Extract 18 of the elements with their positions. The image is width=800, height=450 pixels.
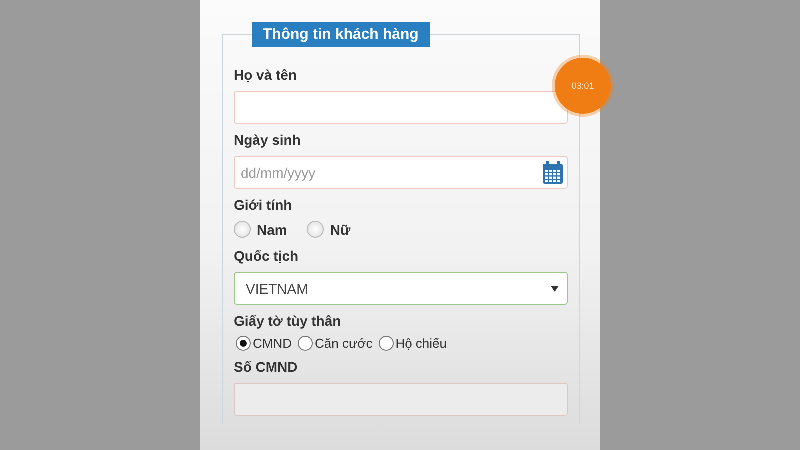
radio-option[interactable]: Nam (234, 221, 288, 238)
nationality-select[interactable]: VIETNAM (234, 272, 568, 305)
radio-option[interactable]: CMND (236, 336, 292, 351)
field-label: Giấy tờ tùy thân (234, 313, 342, 329)
field-label: Họ và tên (234, 67, 298, 83)
input-field[interactable] (234, 383, 568, 416)
radio-option[interactable]: Nữ (307, 221, 351, 238)
field-label: Ngày sinh (234, 132, 302, 148)
radio-option[interactable]: Hộ chiếu (378, 336, 447, 351)
input-field[interactable] (234, 91, 568, 124)
field-label: Giới tính (234, 197, 294, 213)
calendar-icon[interactable] (542, 160, 564, 184)
field-label: Quốc tịch (234, 248, 300, 264)
radio-option[interactable]: Căn cước (298, 336, 373, 351)
timer-badge: 03:01 (555, 58, 611, 114)
field-label: Số CMND (234, 359, 299, 375)
dropdown-arrow-icon (551, 286, 559, 292)
section-title: Thông tin khách hàng (252, 22, 430, 47)
